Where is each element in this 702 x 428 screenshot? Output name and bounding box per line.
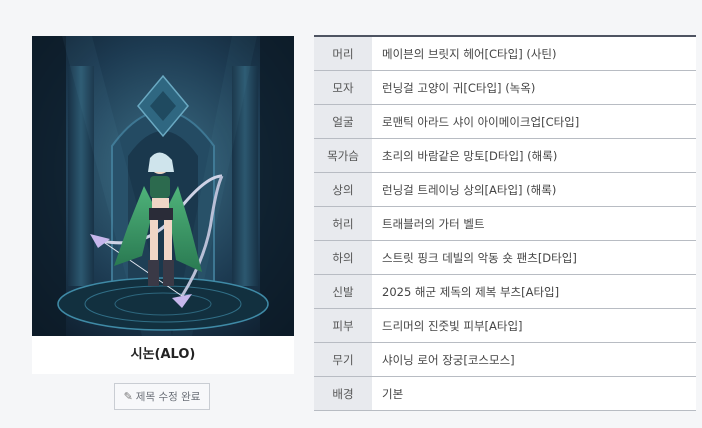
equipment-slot-label: 무기 [314, 342, 372, 377]
equipment-slot-label: 모자 [314, 70, 372, 105]
equipment-slot-label: 머리 [314, 36, 372, 71]
character-name: 시논(ALO) [32, 336, 294, 374]
character-illustration-art [32, 36, 294, 336]
equipment-row: 피부 드리머의 진줏빛 피부[A타입] [314, 308, 696, 343]
equipment-slot-label: 피부 [314, 308, 372, 343]
equipment-row: 배경 기본 [314, 376, 696, 411]
equipment-slot-label: 하의 [314, 240, 372, 275]
equipment-row: 모자 런닝걸 고양이 귀[C타입] (녹옥) [314, 70, 696, 105]
character-illustration [32, 36, 294, 336]
equipment-item-name: 메이븐의 브릿지 헤어[C타입] (사틴) [372, 36, 696, 71]
equipment-item-name: 런닝걸 트레이닝 상의[A타입] (해록) [372, 172, 696, 207]
equipment-table: 머리 메이븐의 브릿지 헤어[C타입] (사틴) 모자 런닝걸 고양이 귀[C타입] … [314, 35, 696, 411]
equipment-item-name: 기본 [372, 376, 696, 411]
equipment-slot-label: 목가슴 [314, 138, 372, 173]
pencil-icon: ✎ [123, 390, 133, 403]
equipment-slot-label: 신발 [314, 274, 372, 309]
equipment-row: 상의 런닝걸 트레이닝 상의[A타입] (해록) [314, 172, 696, 207]
equipment-row: 무기 샤이닝 로어 장궁[코스모스] [314, 342, 696, 377]
equipment-item-name: 2025 해군 제독의 제복 부츠[A타입] [372, 274, 696, 309]
equipment-slot-label: 상의 [314, 172, 372, 207]
equipment-row: 신발 2025 해군 제독의 제복 부츠[A타입] [314, 274, 696, 309]
equipment-row: 하의 스트릿 핑크 데빌의 악동 숏 팬츠[D타입] [314, 240, 696, 275]
equipment-slot-label: 얼굴 [314, 104, 372, 139]
equipment-slot-label: 배경 [314, 376, 372, 411]
equipment-row: 허리 트래블러의 가터 벨트 [314, 206, 696, 241]
equipment-row: 얼굴 로맨틱 아라드 샤이 아이메이크업[C타입] [314, 104, 696, 139]
equipment-item-name: 초리의 바람같은 망토[D타입] (해록) [372, 138, 696, 173]
equipment-item-name: 런닝걸 고양이 귀[C타입] (녹옥) [372, 70, 696, 105]
equipment-item-name: 스트릿 핑크 데빌의 악동 숏 팬츠[D타입] [372, 240, 696, 275]
equipment-item-name: 드리머의 진줏빛 피부[A타입] [372, 308, 696, 343]
equipment-slot-label: 허리 [314, 206, 372, 241]
equipment-item-name: 로맨틱 아라드 샤이 아이메이크업[C타입] [372, 104, 696, 139]
equipment-row: 머리 메이븐의 브릿지 헤어[C타입] (사틴) [314, 36, 696, 71]
equipment-row: 목가슴 초리의 바람같은 망토[D타입] (해록) [314, 138, 696, 173]
equipment-item-name: 트래블러의 가터 벨트 [372, 206, 696, 241]
character-card: 시논(ALO) [32, 36, 294, 374]
edit-title-label: 제목 수정 완료 [135, 391, 201, 403]
equipment-item-name: 샤이닝 로어 장궁[코스모스] [372, 342, 696, 377]
edit-title-button[interactable]: ✎ 제목 수정 완료 [114, 383, 210, 410]
